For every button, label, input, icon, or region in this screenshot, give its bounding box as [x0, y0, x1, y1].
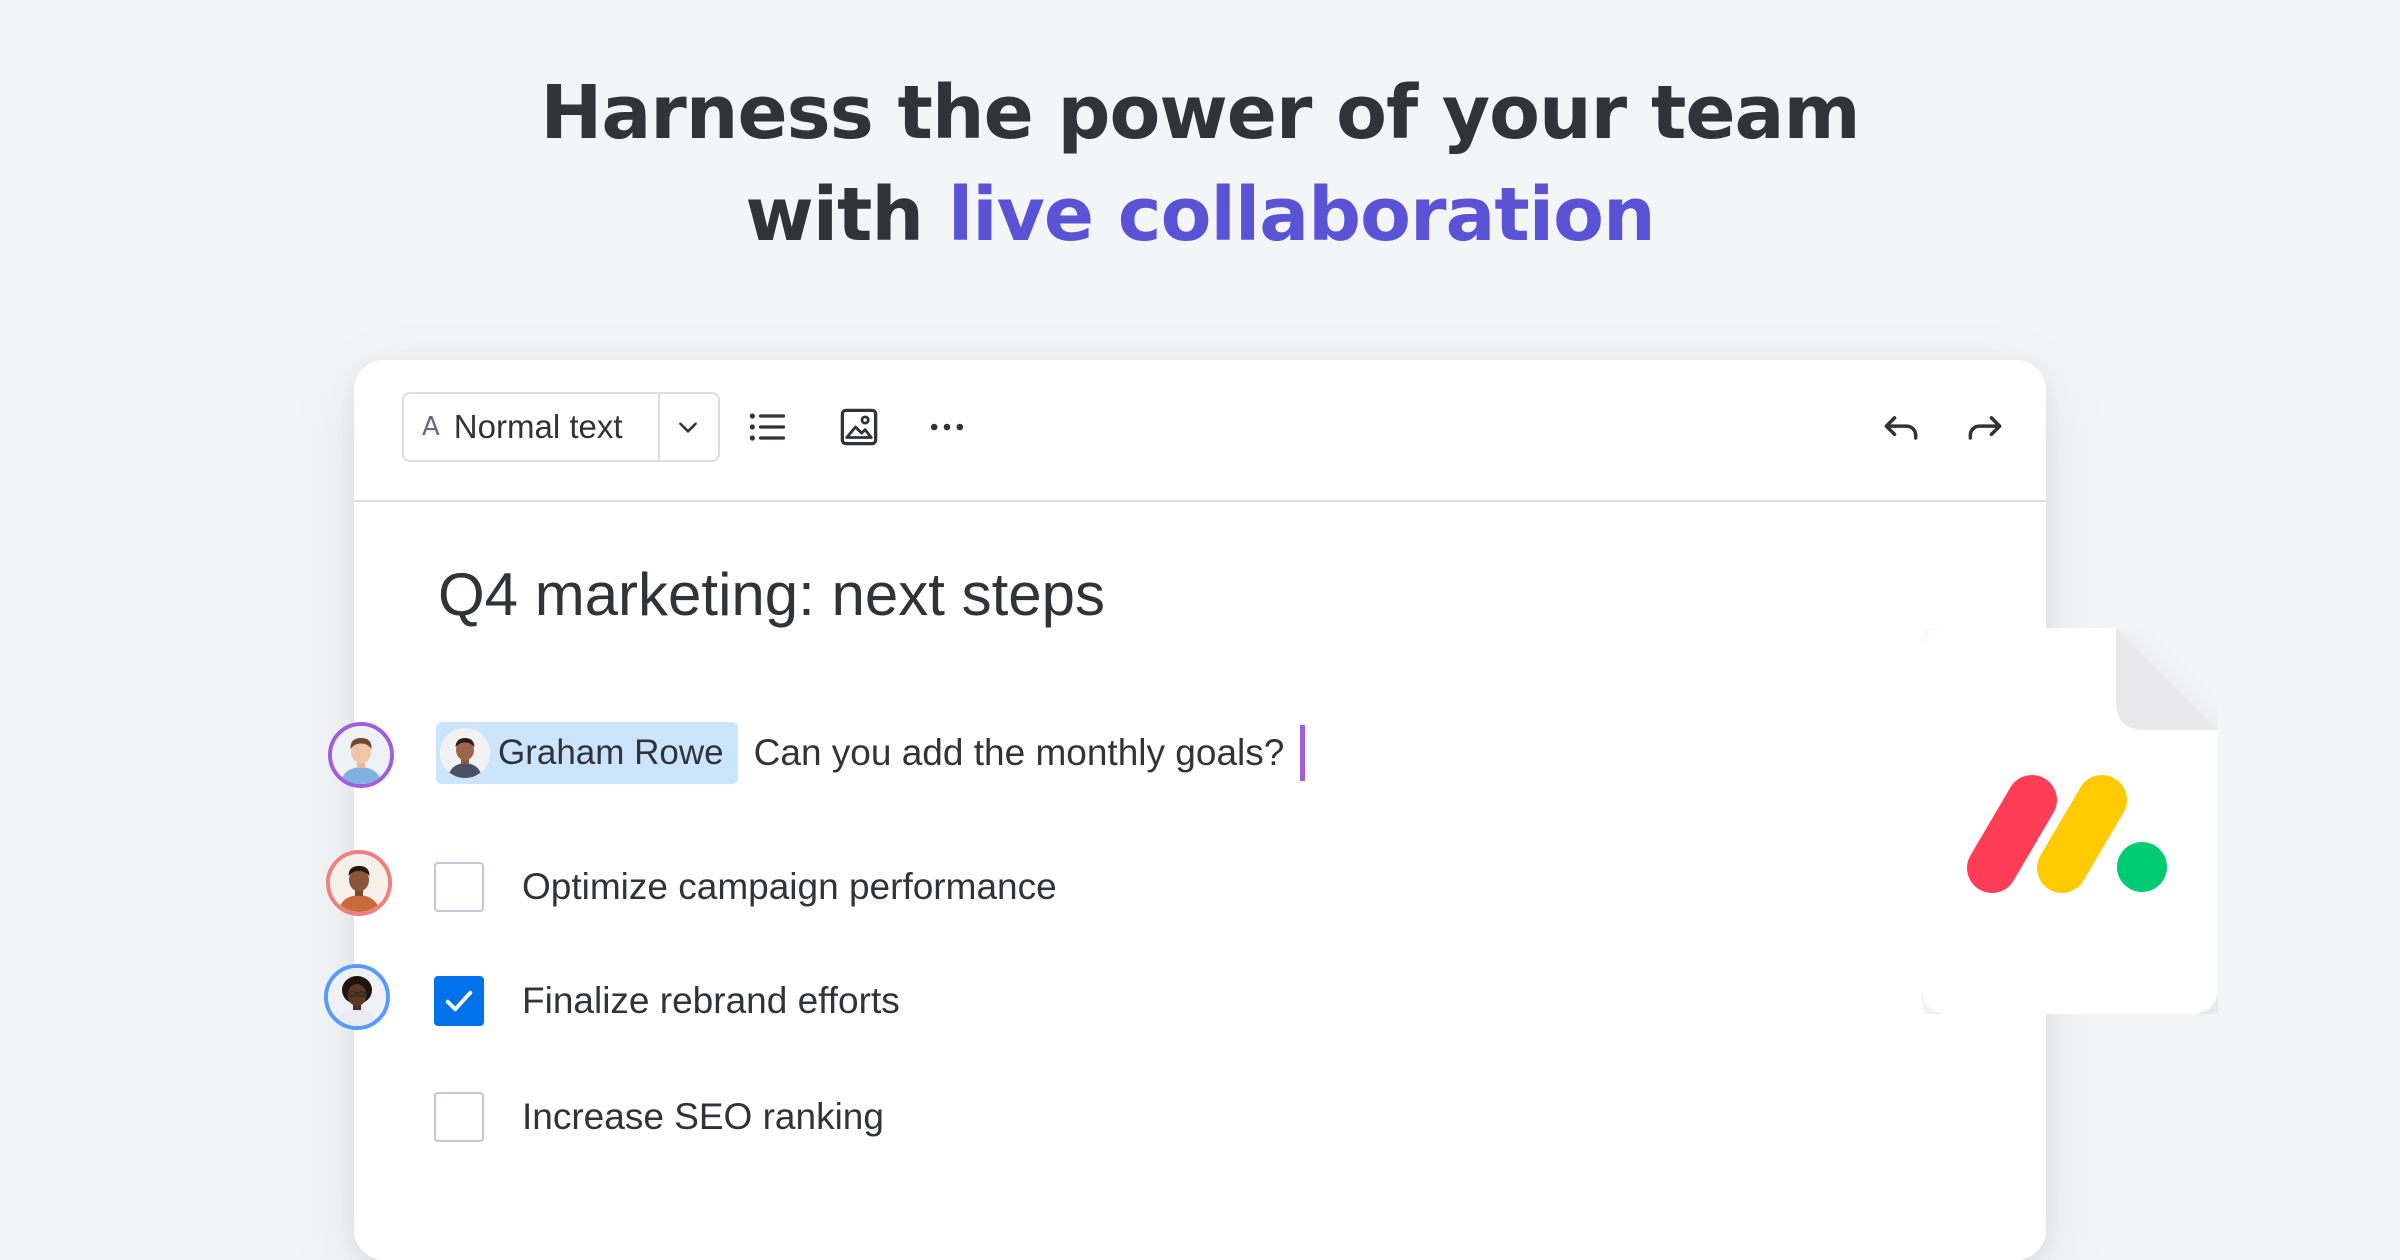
insert-image-button[interactable]: [830, 398, 888, 456]
headline-line-2: with live collaboration: [0, 164, 2400, 266]
task-checkbox-checked[interactable]: [434, 976, 484, 1026]
monday-file-card: [1922, 628, 2218, 1014]
task-label[interactable]: Finalize rebrand efforts: [522, 980, 900, 1022]
collaborator-avatar[interactable]: [324, 964, 390, 1030]
collaborator-avatar[interactable]: [328, 722, 394, 788]
more-icon: [930, 423, 964, 431]
task-checkbox[interactable]: [434, 1092, 484, 1142]
task-row: Increase SEO ranking: [434, 1086, 884, 1148]
redo-icon: [1968, 416, 2002, 440]
task-label[interactable]: Increase SEO ranking: [522, 1096, 884, 1138]
mention-message: Can you add the monthly goals?: [753, 732, 1285, 773]
mention-line[interactable]: Graham Rowe Can you add the monthly goal…: [436, 722, 1306, 784]
headline-line-1: Harness the power of your team: [540, 70, 1860, 156]
bulleted-list-button[interactable]: [738, 398, 796, 456]
document-title[interactable]: Q4 marketing: next steps: [438, 560, 1105, 629]
redo-button[interactable]: [1956, 398, 2014, 456]
text-style-dropdown[interactable]: A Normal text: [402, 392, 660, 462]
text-style-icon: A: [422, 412, 440, 442]
headline-accent: live collaboration: [947, 172, 1656, 258]
undo-icon: [1884, 416, 1918, 440]
graham-rowe-avatar: [440, 728, 490, 778]
task-checkbox[interactable]: [434, 862, 484, 912]
task-row: Optimize campaign performance: [434, 856, 1057, 918]
text-style-label: Normal text: [453, 408, 623, 445]
mention-chip[interactable]: Graham Rowe: [436, 722, 738, 784]
image-icon: [840, 408, 878, 446]
mention-name: Graham Rowe: [498, 733, 724, 772]
task-row: Finalize rebrand efforts: [434, 970, 900, 1032]
more-options-button[interactable]: [918, 398, 976, 456]
monday-logo-icon: [1967, 775, 2167, 893]
chevron-down-icon: [679, 422, 697, 433]
document-editor: A Normal text Q4 marketing: next steps G…: [354, 360, 2046, 1260]
undo-button[interactable]: [1872, 398, 1930, 456]
headline-line-2-prefix: with: [745, 172, 948, 258]
task-label[interactable]: Optimize campaign performance: [522, 866, 1057, 908]
checkmark-icon: [445, 990, 473, 1012]
collaborator-cursor: [1300, 725, 1306, 781]
bulleted-list-icon: [749, 413, 786, 441]
headline: Harness the power of your team with live…: [0, 62, 2400, 266]
editor-toolbar: A Normal text: [354, 360, 2046, 502]
collaborator-avatar[interactable]: [326, 850, 392, 916]
text-style-chevron-button[interactable]: [658, 392, 720, 462]
